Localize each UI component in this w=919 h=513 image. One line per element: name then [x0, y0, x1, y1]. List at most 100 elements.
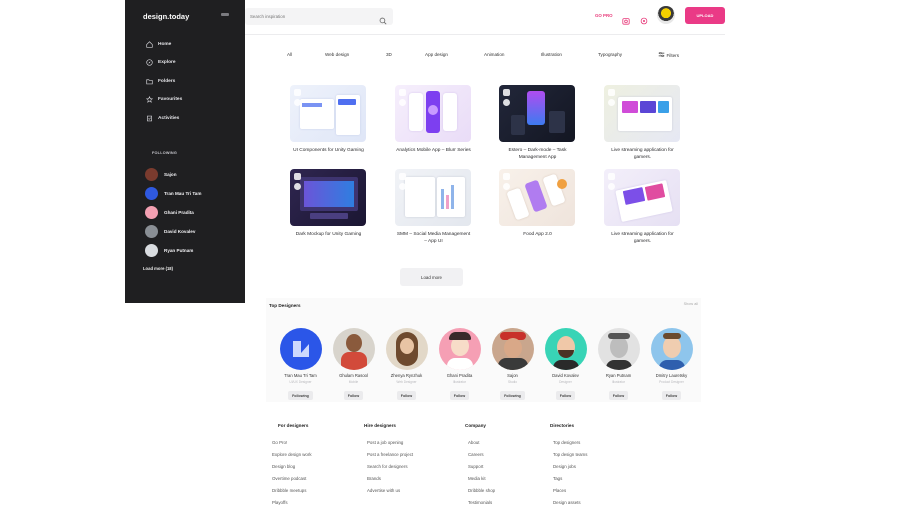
footer-link[interactable]: Support	[468, 464, 495, 476]
like-shot-icon[interactable]	[503, 99, 510, 106]
save-shot-icon[interactable]	[608, 89, 615, 96]
avatar[interactable]	[385, 328, 428, 370]
avatar[interactable]	[650, 328, 693, 370]
footer-link[interactable]: Testimonials	[468, 500, 495, 512]
footer-link[interactable]: Top designers	[553, 440, 587, 452]
follow-button[interactable]: Follow	[608, 391, 629, 400]
camera-icon[interactable]	[622, 12, 630, 25]
footer-link[interactable]: Post a job opening	[367, 440, 413, 452]
designer-card[interactable]: Ryan Putnam Illustrator Follow	[592, 328, 645, 402]
footer-link[interactable]: Go Pro!	[272, 440, 312, 452]
footer-link[interactable]: Search for designers	[367, 464, 413, 476]
shot-card[interactable]: Analytics Mobile App – Blurr Series	[395, 85, 472, 155]
like-shot-icon[interactable]	[399, 183, 406, 190]
footer-link[interactable]: Advertise with us	[367, 488, 413, 500]
footer-link[interactable]: Dribbble meetups	[272, 488, 312, 500]
following-item-ghani[interactable]: Ghani Pradita	[145, 203, 243, 222]
following-item-sajon[interactable]: Sajon	[145, 165, 243, 184]
follow-button[interactable]: Follow	[555, 391, 576, 400]
designer-card[interactable]: Dmitry Lauretsky Product Designer Follow	[645, 328, 698, 402]
shot-card[interactable]: Estero – Dark-mode – Task Management App	[499, 85, 576, 161]
shot-card[interactable]: Live streaming application for gamers.	[604, 85, 681, 161]
like-shot-icon[interactable]	[503, 183, 510, 190]
footer-link[interactable]: Design blog	[272, 464, 312, 476]
shot-thumbnail[interactable]	[499, 169, 575, 226]
footer-link[interactable]: Media kit	[468, 476, 495, 488]
follow-button[interactable]: Following	[288, 391, 313, 400]
shot-card[interactable]: SMM – Social Media Management – App UI	[395, 169, 472, 245]
footer-link[interactable]: Dribbble shop	[468, 488, 495, 500]
upload-button[interactable]: UPLOAD	[685, 7, 725, 24]
shot-card[interactable]: Live streaming application for gamers.	[604, 169, 681, 245]
footer-link[interactable]: Explore design work	[272, 452, 312, 464]
load-more-button[interactable]: Load more	[400, 268, 463, 286]
following-item-ryan[interactable]: Ryan Putnam	[145, 241, 243, 260]
user-avatar[interactable]	[657, 6, 675, 24]
shot-thumbnail[interactable]	[290, 169, 366, 226]
footer-link[interactable]: Careers	[468, 452, 495, 464]
avatar[interactable]	[332, 328, 375, 370]
save-shot-icon[interactable]	[503, 173, 510, 180]
designer-card[interactable]: Ghulam Rasool Mobile Follow	[327, 328, 380, 402]
follow-button[interactable]: Follow	[343, 391, 364, 400]
footer-link[interactable]: Brands	[367, 476, 413, 488]
filter-all[interactable]: All	[287, 52, 292, 57]
footer-link[interactable]: Overtime podcast	[272, 476, 312, 488]
footer-link[interactable]: About	[468, 440, 495, 452]
follow-button[interactable]: Following	[500, 391, 525, 400]
shot-card[interactable]: Dark Mockup for Unity Gaming	[290, 169, 367, 239]
like-shot-icon[interactable]	[399, 99, 406, 106]
filter-app-design[interactable]: App design	[425, 52, 448, 57]
search-icon[interactable]	[379, 12, 388, 25]
designer-card[interactable]: Sajon Studio Following	[486, 328, 539, 402]
designer-card[interactable]: Zhenya Rynzhuk Web Designer Follow	[380, 328, 433, 402]
avatar[interactable]	[544, 328, 587, 370]
filter-illustration[interactable]: Illustration	[541, 52, 562, 57]
search-input[interactable]	[250, 12, 370, 21]
following-load-more[interactable]: Load more (18)	[143, 266, 173, 271]
shot-thumbnail[interactable]	[604, 169, 680, 226]
like-shot-icon[interactable]	[294, 183, 301, 190]
following-item-david[interactable]: David Kovalev	[145, 222, 243, 241]
save-shot-icon[interactable]	[503, 89, 510, 96]
footer-link[interactable]: Design jobs	[553, 464, 587, 476]
save-shot-icon[interactable]	[399, 89, 406, 96]
designer-card[interactable]: Tran Mau Tri Tam UI/UX Designer Followin…	[274, 328, 327, 402]
shot-thumbnail[interactable]	[604, 85, 680, 142]
footer-link[interactable]: Tags	[553, 476, 587, 488]
sidebar-item-home[interactable]: Home	[145, 35, 240, 54]
notification-icon[interactable]	[640, 12, 648, 25]
brand-logo[interactable]: design.today	[143, 12, 189, 21]
sidebar-item-activities[interactable]: Activities	[145, 109, 240, 128]
shot-card[interactable]: Food App 2.0	[499, 169, 576, 239]
follow-button[interactable]: Follow	[396, 391, 417, 400]
collapse-sidebar-icon[interactable]	[221, 13, 229, 16]
save-shot-icon[interactable]	[399, 173, 406, 180]
follow-button[interactable]: Follow	[449, 391, 470, 400]
filter-3d[interactable]: 3D	[386, 52, 392, 57]
go-pro-link[interactable]: GO PRO	[595, 13, 613, 18]
following-item-tran[interactable]: Tran Mau Tri Tam	[145, 184, 243, 203]
shot-thumbnail[interactable]	[290, 85, 366, 142]
avatar[interactable]	[491, 328, 534, 370]
save-shot-icon[interactable]	[294, 173, 301, 180]
shot-card[interactable]: UI Components for Unity Gaming	[290, 85, 367, 155]
follow-button[interactable]: Follow	[661, 391, 682, 400]
sidebar-item-folders[interactable]: Folders	[145, 72, 240, 91]
filter-web-design[interactable]: Web design	[325, 52, 349, 57]
designer-card[interactable]: Ghani Pradita Illustrator Follow	[433, 328, 486, 402]
designer-card[interactable]: David Kovalev Designer Follow	[539, 328, 592, 402]
show-all-link[interactable]: Show all	[684, 302, 698, 306]
filter-typography[interactable]: Typography	[598, 52, 622, 57]
sidebar-item-explore[interactable]: Explore	[145, 54, 240, 73]
avatar[interactable]	[438, 328, 481, 370]
footer-link[interactable]: Places	[553, 488, 587, 500]
save-shot-icon[interactable]	[294, 89, 301, 96]
filter-animation[interactable]: Animation	[484, 52, 504, 57]
footer-link[interactable]: Post a freelance project	[367, 452, 413, 464]
like-shot-icon[interactable]	[294, 99, 301, 106]
save-shot-icon[interactable]	[608, 173, 615, 180]
avatar[interactable]	[597, 328, 640, 370]
sidebar-item-favourites[interactable]: Favourites	[145, 91, 240, 110]
like-shot-icon[interactable]	[608, 99, 615, 106]
